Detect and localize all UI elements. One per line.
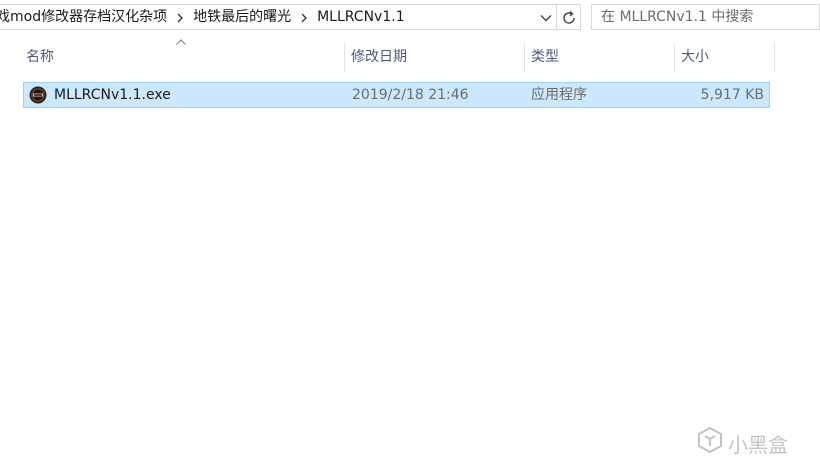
- file-date-modified: 2019/2/18 21:46: [352, 87, 469, 103]
- file-name: MLLRCNv1.1.exe: [54, 87, 171, 103]
- column-header-name[interactable]: 名称: [20, 42, 345, 72]
- column-header-date-modified[interactable]: 修改日期: [345, 42, 525, 72]
- breadcrumb-item[interactable]: MLLRCNv1.1: [315, 5, 407, 29]
- breadcrumb-chevron-icon[interactable]: [169, 5, 191, 29]
- column-header-type[interactable]: 类型: [525, 42, 675, 72]
- refresh-icon: [563, 10, 575, 24]
- breadcrumb-item[interactable]: 地铁最后的曙光: [191, 5, 293, 29]
- address-history-dropdown-button[interactable]: [535, 4, 557, 30]
- xiaoheihe-logo-icon: [698, 426, 722, 454]
- breadcrumb-item[interactable]: 戏mod修改器存档汉化杂项: [0, 5, 169, 29]
- chevron-down-icon: [540, 15, 552, 22]
- refresh-button[interactable]: [557, 4, 581, 30]
- file-explorer-window: 戏mod修改器存档汉化杂项 地铁最后的曙光 MLLRCNv1.1 在 MLLRCNv…: [0, 0, 820, 466]
- search-placeholder: 在 MLLRCNv1.1 中搜索: [601, 9, 754, 25]
- address-bar-row: 戏mod修改器存档汉化杂项 地铁最后的曙光 MLLRCNv1.1 在 MLLRCNv…: [0, 0, 820, 36]
- file-type: 应用程序: [531, 87, 587, 103]
- search-input[interactable]: 在 MLLRCNv1.1 中搜索: [591, 4, 820, 30]
- column-header-size[interactable]: 大小: [675, 42, 775, 72]
- app-exe-icon: [29, 86, 47, 104]
- watermark-text: 小黑盒: [728, 433, 788, 457]
- file-list-row-selected[interactable]: MLLRCNv1.1.exe 2019/2/18 21:46 应用程序 5,91…: [23, 82, 770, 108]
- file-size: 5,917 KB: [700, 87, 764, 103]
- address-bar[interactable]: 戏mod修改器存档汉化杂项 地铁最后的曙光 MLLRCNv1.1: [0, 4, 557, 30]
- breadcrumb-chevron-icon[interactable]: [293, 5, 315, 29]
